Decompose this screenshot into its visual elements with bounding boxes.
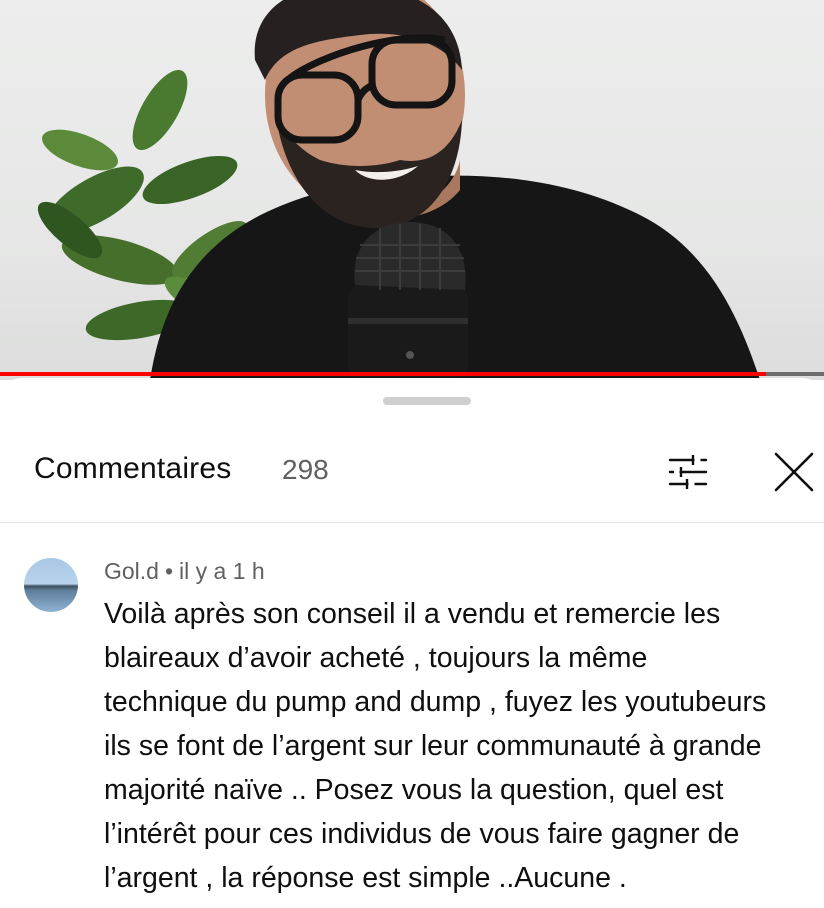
sort-filter-button[interactable] — [660, 446, 716, 498]
comments-count: 298 — [282, 454, 329, 485]
drag-handle[interactable] — [383, 397, 471, 405]
header-divider — [0, 522, 824, 523]
microphone-illustration — [348, 222, 468, 380]
comments-title: Commentaires — [34, 452, 232, 485]
comments-header: Commentaires 298 — [0, 438, 824, 518]
sort-filter-icon — [668, 455, 708, 489]
comment-item: Gol.d • il y a 1 h Voilà après son conseil… — [0, 548, 824, 908]
video-frame — [37, 0, 760, 380]
close-icon — [774, 452, 814, 492]
video-player[interactable] — [0, 0, 824, 380]
comment-line: l’argent , la réponse est simple ..Aucun… — [104, 862, 627, 894]
comments-sheet: Commentaires 298 Gol.d • il y a 1 h Voil… — [0, 378, 824, 901]
comment-text: Voilà après son conseil il a vendu et re… — [104, 592, 818, 900]
comment-line: blaireaux d’avoir acheté , toujours la m… — [104, 642, 648, 674]
video-progress-bar[interactable] — [0, 372, 824, 376]
comment-line: Voilà après son conseil il a vendu et re… — [104, 598, 721, 630]
comment-line: ils se font de l’argent sur leur communa… — [104, 730, 762, 762]
meta-separator: • — [164, 558, 174, 584]
comment-time: il y a 1 h — [179, 558, 265, 584]
comment-line: l’intérêt pour ces individus de vous fai… — [104, 818, 740, 850]
comment-meta: Gol.d • il y a 1 h — [104, 558, 265, 585]
avatar[interactable] — [24, 558, 78, 612]
comment-author[interactable]: Gol.d — [104, 558, 159, 584]
video-progress-fill — [0, 372, 767, 376]
close-button[interactable] — [766, 446, 822, 498]
comment-line: technique du pump and dump , fuyez les y… — [104, 686, 767, 718]
comment-line: majorité naïve .. Posez vous la question… — [104, 774, 724, 806]
